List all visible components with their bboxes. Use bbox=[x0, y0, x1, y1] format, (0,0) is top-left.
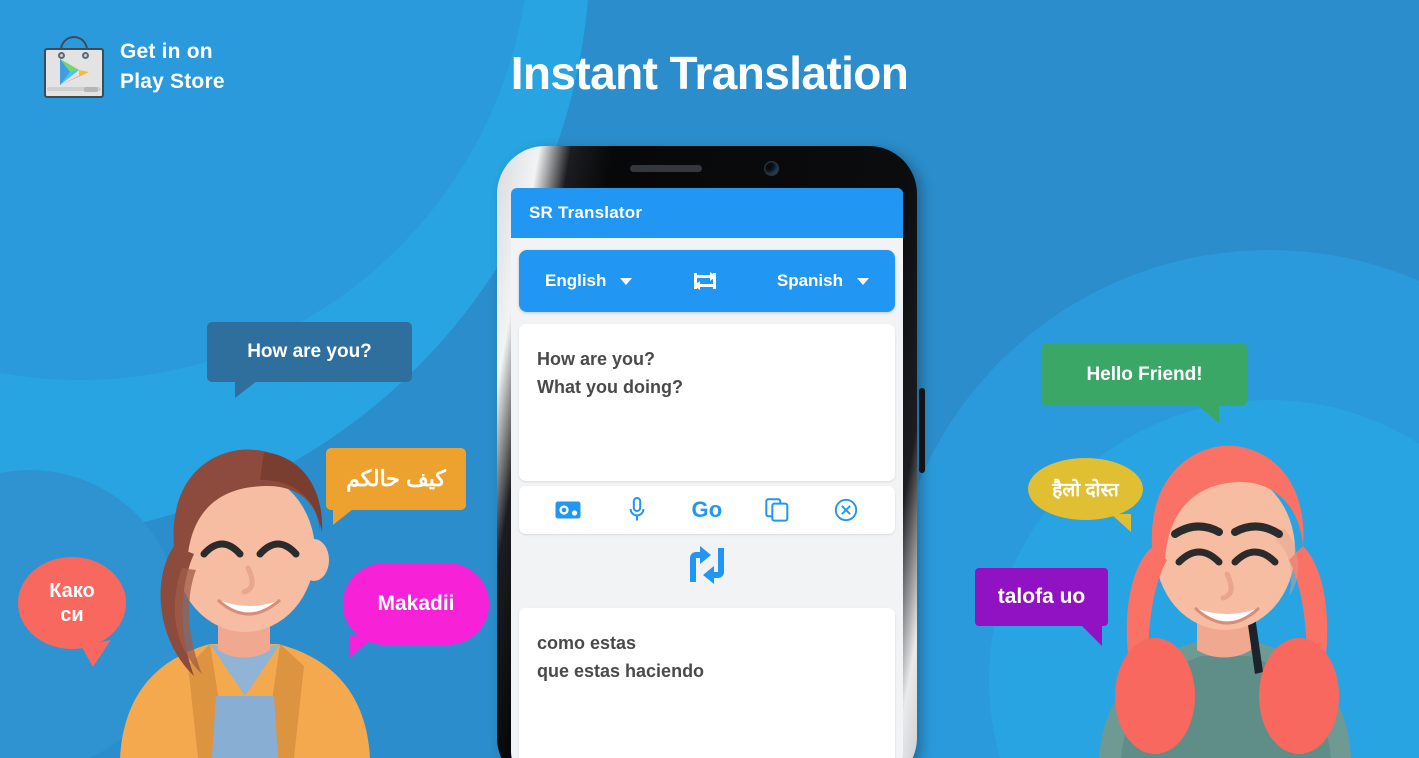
language-selector-bar: English Spanish bbox=[519, 250, 895, 312]
swap-languages-button[interactable] bbox=[692, 270, 718, 292]
bubble-text-line-2: си bbox=[60, 604, 84, 626]
phone-power-button[interactable] bbox=[919, 388, 925, 473]
speech-bubble-talofa-uo: talofa uo bbox=[975, 568, 1108, 646]
poster-canvas: Get in on Play Store Instant Translation bbox=[0, 0, 1419, 758]
chevron-down-icon bbox=[620, 277, 633, 285]
camera-button[interactable] bbox=[547, 493, 589, 527]
play-store-line-2: Play Store bbox=[120, 70, 225, 93]
bubble-tail bbox=[349, 636, 375, 658]
target-language-dropdown[interactable]: Spanish bbox=[777, 271, 869, 291]
phone-mockup: SR Translator English Spanish How are yo… bbox=[497, 146, 925, 758]
bubble-text: How are you? bbox=[247, 341, 372, 362]
output-text-line-1: como estas bbox=[537, 633, 637, 653]
swap-vertical-icon bbox=[690, 546, 724, 584]
source-language-label: English bbox=[545, 271, 607, 290]
phone-screen: SR Translator English Spanish How are yo… bbox=[511, 188, 903, 758]
front-camera-icon bbox=[763, 160, 779, 176]
microphone-button[interactable] bbox=[616, 493, 658, 527]
source-text-input[interactable]: How are you? What you doing? bbox=[519, 324, 895, 481]
bubble-text-line-1: Како bbox=[49, 580, 95, 602]
bubble-tail bbox=[1111, 514, 1131, 532]
source-language-dropdown[interactable]: English bbox=[545, 271, 633, 291]
bubble-tail bbox=[1197, 405, 1219, 423]
app-bar: SR Translator bbox=[511, 188, 903, 238]
clear-button[interactable] bbox=[825, 493, 867, 527]
earpiece-speaker-icon bbox=[629, 164, 702, 172]
swap-horizontal-icon bbox=[693, 272, 716, 290]
bubble-text: كيف حالكم bbox=[346, 466, 446, 491]
source-text-line-2: What you doing? bbox=[537, 376, 683, 397]
output-text-line-2: que estas haciendo bbox=[537, 660, 705, 681]
play-store-label: Get in on Play Store bbox=[120, 37, 225, 97]
app-title: SR Translator bbox=[529, 203, 643, 222]
speech-bubble-makadii: Makadii bbox=[343, 563, 489, 658]
swap-text-button[interactable] bbox=[519, 534, 895, 596]
bubble-text: Makadii bbox=[377, 592, 455, 615]
camera-icon bbox=[555, 501, 581, 519]
bubble-text: हैलो दोस्त bbox=[1052, 480, 1119, 501]
copy-icon bbox=[764, 498, 788, 522]
editor-toolbar: Go bbox=[519, 486, 895, 534]
speech-bubble-hindi: हैलो दोस्त bbox=[1028, 458, 1143, 532]
play-store-badge[interactable]: Get in on Play Store bbox=[44, 36, 225, 98]
bubble-text: talofa uo bbox=[997, 585, 1086, 608]
copy-button[interactable] bbox=[756, 493, 798, 527]
translated-text-output[interactable]: como estas que estas haciendo bbox=[519, 608, 895, 758]
speech-bubble-arabic: كيف حالكم bbox=[326, 448, 466, 525]
speech-bubble-kako-si: Како си bbox=[18, 557, 126, 669]
bubble-tail bbox=[1080, 624, 1102, 646]
microphone-icon bbox=[629, 497, 645, 521]
speech-bubble-hello-friend: Hello Friend! bbox=[1042, 343, 1247, 423]
translate-go-button[interactable]: Go bbox=[686, 493, 728, 527]
phone-notch bbox=[497, 146, 917, 190]
chevron-down-icon bbox=[857, 277, 869, 285]
target-language-label: Spanish bbox=[776, 271, 843, 290]
bubble-tail bbox=[333, 509, 353, 525]
bubble-tail bbox=[235, 381, 257, 398]
bubble-text: Hello Friend! bbox=[1086, 363, 1203, 385]
go-label: Go bbox=[691, 497, 723, 522]
speech-bubble-how-are-you: How are you? bbox=[207, 322, 412, 398]
clear-circle-x-icon bbox=[835, 498, 858, 522]
source-text-line-1: How are you? bbox=[537, 349, 656, 369]
play-store-bag-icon bbox=[44, 36, 104, 98]
play-store-line-1: Get in on bbox=[120, 40, 213, 64]
